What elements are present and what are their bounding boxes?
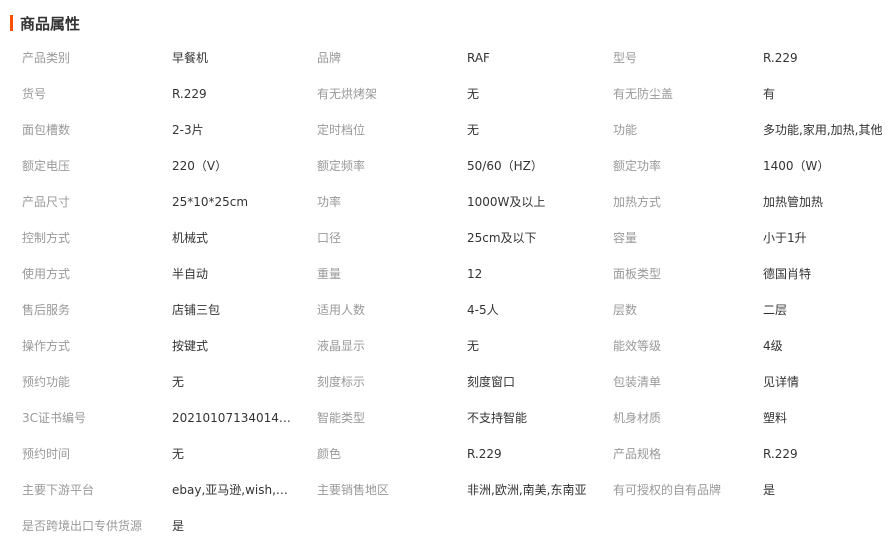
attribute-value: 早餐机 (172, 51, 209, 65)
attribute-value: 有 (763, 87, 776, 101)
attribute-label: 主要下游平台 (22, 483, 95, 497)
attribute-value: 25cm及以下 (467, 231, 537, 245)
attribute-label: 是否跨境出口专供货源 (22, 519, 143, 533)
attribute-row: 产品类别 早餐机 品牌 RAF 型号 R.229 (0, 40, 892, 76)
attribute-label: 适用人数 (317, 303, 366, 317)
attribute-value: 2-3片 (172, 123, 204, 137)
attribute-row: 面包槽数 2-3片 定时档位 无 功能 多功能,家用,加热,其他 (0, 112, 892, 148)
attribute-value: 半自动 (172, 267, 209, 281)
attribute-row: 产品尺寸 25*10*25cm 功率 1000W及以上 加热方式 加热管加热 (0, 184, 892, 220)
attribute-value: 12 (467, 267, 483, 281)
attribute-label: 定时档位 (317, 123, 366, 137)
attribute-value: 多功能,家用,加热,其他 (763, 123, 883, 137)
attribute-value: RAF (467, 51, 490, 65)
attribute-value: 无 (467, 123, 480, 137)
attribute-label: 额定电压 (22, 159, 71, 173)
attribute-label: 产品尺寸 (22, 195, 71, 209)
attribute-row: 预约时间 无 颜色 R.229 产品规格 R.229 (0, 436, 892, 472)
attribute-row: 额定电压 220（V） 额定频率 50/60（HZ） 额定功率 1400（W） (0, 148, 892, 184)
attribute-label: 容量 (613, 231, 638, 245)
attribute-label: 包装清单 (613, 375, 662, 389)
attribute-value: ebay,亚马逊,wish,速卖通 (172, 483, 292, 497)
attribute-row: 预约功能 无 刻度标示 刻度窗口 包装清单 见详情 (0, 364, 892, 400)
attribute-value: 25*10*25cm (172, 195, 249, 209)
attribute-value: 刻度窗口 (467, 375, 516, 389)
attribute-value: 店铺三包 (172, 303, 221, 317)
attribute-label: 主要销售地区 (317, 483, 390, 497)
section-accent-bar (10, 15, 13, 31)
attribute-label: 使用方式 (22, 267, 71, 281)
attribute-label: 有无防尘盖 (613, 87, 674, 101)
attribute-row: 控制方式 机械式 口径 25cm及以下 容量 小于1升 (0, 220, 892, 256)
section-title: 商品属性 (20, 14, 81, 33)
attribute-label: 额定功率 (613, 159, 662, 173)
attribute-value: R.229 (763, 447, 798, 461)
attribute-label: 能效等级 (613, 339, 662, 353)
attribute-label: 操作方式 (22, 339, 71, 353)
attribute-value: R.229 (763, 51, 798, 65)
attribute-label: 功能 (613, 123, 638, 137)
attribute-value: 4-5人 (467, 303, 499, 317)
attribute-value: 小于1升 (763, 231, 807, 245)
attribute-label: 预约时间 (22, 447, 71, 461)
attribute-label: 机身材质 (613, 411, 662, 425)
attribute-value: 4级 (763, 339, 783, 353)
attribute-label: 产品类别 (22, 51, 71, 65)
attribute-value: 无 (467, 339, 480, 353)
attribute-value: 1400（W） (763, 159, 830, 173)
attribute-row: 操作方式 按键式 液晶显示 无 能效等级 4级 (0, 328, 892, 364)
attribute-label: 售后服务 (22, 303, 71, 317)
attribute-label: 品牌 (317, 51, 342, 65)
attribute-row: 3C证书编号 2021010713401474 智能类型 不支持智能 机身材质 塑料 (0, 400, 892, 436)
attribute-label: 面包槽数 (22, 123, 71, 137)
section-header: 商品属性 (10, 12, 80, 34)
attribute-row: 售后服务 店铺三包 适用人数 4-5人 层数 二层 (0, 292, 892, 328)
attribute-label: 有可授权的自有品牌 (613, 483, 722, 497)
attribute-value: 是 (763, 483, 776, 497)
attribute-label: 型号 (613, 51, 638, 65)
attribute-label: 产品规格 (613, 447, 662, 461)
attribute-value: 见详情 (763, 375, 800, 389)
attribute-label: 3C证书编号 (22, 411, 87, 425)
attribute-value: 按键式 (172, 339, 209, 353)
attribute-value: 220（V） (172, 159, 228, 173)
attribute-value: 2021010713401474 (172, 411, 292, 425)
attribute-value: 1000W及以上 (467, 195, 546, 209)
attribute-label: 有无烘烤架 (317, 87, 378, 101)
attribute-row: 是否跨境出口专供货源 是 (0, 508, 892, 544)
attribute-value: 不支持智能 (467, 411, 528, 425)
attribute-label: 货号 (22, 87, 47, 101)
attribute-value: 无 (172, 375, 185, 389)
attribute-row: 主要下游平台 ebay,亚马逊,wish,速卖通 主要销售地区 非洲,欧洲,南美,东南… (0, 472, 892, 508)
attribute-value: 无 (467, 87, 480, 101)
attribute-label: 层数 (613, 303, 638, 317)
attribute-value: 德国肖特 (763, 267, 812, 281)
attribute-row: 货号 R.229 有无烘烤架 无 有无防尘盖 有 (0, 76, 892, 112)
attribute-label: 额定频率 (317, 159, 366, 173)
attribute-label: 重量 (317, 267, 342, 281)
attribute-value: 无 (172, 447, 185, 461)
attribute-value: 50/60（HZ） (467, 159, 543, 173)
attribute-label: 颜色 (317, 447, 342, 461)
attribute-label: 液晶显示 (317, 339, 366, 353)
attribute-row: 使用方式 半自动 重量 12 面板类型 德国肖特 (0, 256, 892, 292)
attribute-label: 功率 (317, 195, 342, 209)
attribute-label: 面板类型 (613, 267, 662, 281)
attribute-value: 二层 (763, 303, 788, 317)
attribute-label: 口径 (317, 231, 342, 245)
attribute-value: 是 (172, 519, 185, 533)
attribute-label: 加热方式 (613, 195, 662, 209)
attribute-label: 智能类型 (317, 411, 366, 425)
attribute-value: R.229 (467, 447, 502, 461)
attribute-label: 刻度标示 (317, 375, 366, 389)
attribute-value: R.229 (172, 87, 207, 101)
attribute-value: 塑料 (763, 411, 788, 425)
attribute-value: 机械式 (172, 231, 209, 245)
attribute-table: 产品类别 早餐机 品牌 RAF 型号 R.229 货号 R.229 有无烘烤架无有无防尘盖有面包… (0, 40, 892, 544)
attribute-value: 加热管加热 (763, 195, 824, 209)
attribute-label: 预约功能 (22, 375, 71, 389)
attribute-label: 控制方式 (22, 231, 71, 245)
attribute-value: 非洲,欧洲,南美,东南亚 (467, 483, 587, 497)
